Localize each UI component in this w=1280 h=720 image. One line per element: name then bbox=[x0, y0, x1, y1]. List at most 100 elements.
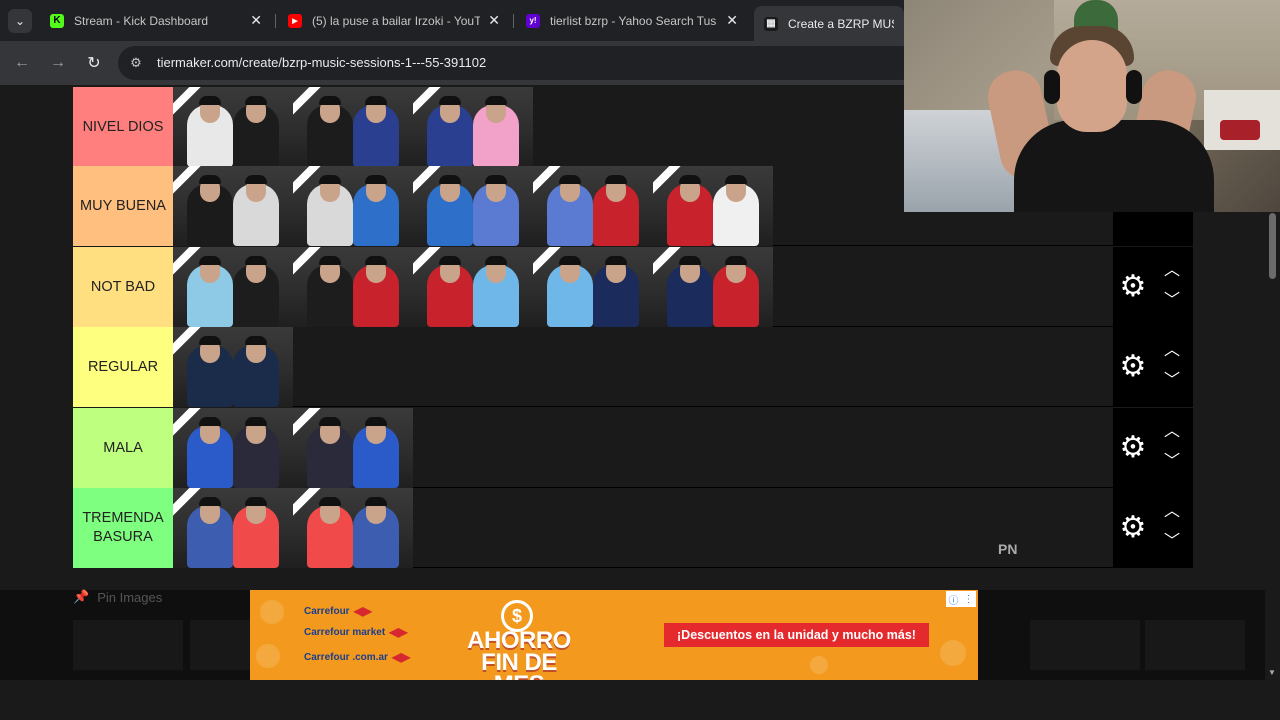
close-tab-icon[interactable]: ✕ bbox=[726, 12, 738, 29]
address-bar[interactable]: ⚙ tiermaker.com/create/bzrp-music-sessio… bbox=[118, 46, 918, 80]
close-tab-icon[interactable]: ✕ bbox=[488, 12, 500, 29]
tier-label[interactable]: NIVEL DIOS bbox=[73, 87, 173, 167]
move-up-icon[interactable]: ︿ bbox=[1161, 343, 1183, 359]
kick-favicon-icon: K bbox=[50, 13, 64, 28]
cap-icon bbox=[365, 256, 387, 265]
move-down-icon[interactable]: ﹀ bbox=[1161, 293, 1183, 309]
move-down-icon[interactable]: ﹀ bbox=[1161, 454, 1183, 470]
tab-search-menu-icon[interactable]: ⌄ bbox=[8, 9, 32, 33]
cap-icon bbox=[485, 256, 507, 265]
cap-icon bbox=[245, 256, 267, 265]
ad-headline: AHORRO FIN DE MES bbox=[467, 627, 571, 681]
cap-icon bbox=[439, 256, 461, 265]
carrefour-ad-banner[interactable]: Carrefour ◀▶ Carrefour market ◀▶ Carrefour… bbox=[250, 590, 978, 680]
partial-text: PN bbox=[998, 541, 1018, 557]
move-down-icon[interactable]: ﹀ bbox=[1161, 534, 1183, 550]
gear-icon[interactable]: ⚙ bbox=[1118, 433, 1148, 463]
tier-image-tile[interactable] bbox=[173, 247, 293, 327]
site-info-icon[interactable]: ⚙ bbox=[128, 55, 144, 71]
cap-icon bbox=[725, 175, 747, 184]
cap-icon bbox=[365, 417, 387, 426]
cap-icon bbox=[365, 96, 387, 105]
tab-tiermaker[interactable]: ▦ Create a BZRP MUSIC bbox=[754, 6, 904, 41]
ad-choices-icon[interactable]: ⓘ ⋮ bbox=[946, 591, 976, 607]
webcam-overlay bbox=[904, 0, 1280, 212]
tier-image-tile[interactable] bbox=[293, 166, 413, 246]
tier-image-tile[interactable] bbox=[173, 87, 293, 167]
cap-icon bbox=[319, 497, 341, 506]
tab-youtube[interactable]: ▶ (5) la puse a bailar Irzoki - YouTube … bbox=[278, 6, 510, 35]
reload-icon[interactable]: ↻ bbox=[82, 51, 106, 75]
tier-label[interactable]: NOT BAD bbox=[73, 247, 173, 327]
tier-label[interactable]: MALA bbox=[73, 408, 173, 488]
cap-icon bbox=[559, 175, 581, 184]
tab-separator bbox=[275, 14, 276, 28]
cap-icon bbox=[439, 175, 461, 184]
image-thumbnail[interactable] bbox=[1145, 620, 1245, 670]
forward-arrow-icon[interactable]: → bbox=[46, 51, 70, 75]
back-arrow-icon[interactable]: ← bbox=[10, 51, 34, 75]
tier-image-tile[interactable] bbox=[533, 247, 653, 327]
tier-image-tile[interactable] bbox=[413, 87, 533, 167]
move-up-icon[interactable]: ︿ bbox=[1161, 424, 1183, 440]
headset-icon bbox=[1126, 70, 1142, 104]
tier-row-tremenda-basura: TREMENDA BASURA ⚙ ︿ ﹀ bbox=[73, 488, 1193, 568]
tab-kick-dashboard[interactable]: K Stream - Kick Dashboard ✕ bbox=[40, 6, 272, 35]
tier-image-tile[interactable] bbox=[173, 488, 293, 568]
move-up-icon[interactable]: ︿ bbox=[1161, 263, 1183, 279]
tier-controls: ⚙ ︿ ﹀ bbox=[1113, 327, 1193, 407]
tier-controls: ⚙ ︿ ﹀ bbox=[1113, 247, 1193, 327]
cap-icon bbox=[679, 256, 701, 265]
decorative-dot bbox=[256, 644, 280, 668]
move-down-icon[interactable]: ﹀ bbox=[1161, 373, 1183, 389]
cap-icon bbox=[245, 497, 267, 506]
carrefour-online-logo: Carrefour .com.ar ◀▶ bbox=[304, 650, 411, 664]
cap-icon bbox=[725, 256, 747, 265]
tab-separator bbox=[513, 14, 514, 28]
tier-image-tile[interactable] bbox=[293, 247, 413, 327]
tier-image-tile[interactable] bbox=[173, 327, 293, 407]
tier-items bbox=[173, 488, 413, 568]
tier-image-tile[interactable] bbox=[173, 166, 293, 246]
tab-title: Create a BZRP MUSIC bbox=[788, 16, 894, 31]
tier-image-tile[interactable] bbox=[533, 166, 653, 246]
scroll-thumb[interactable] bbox=[1269, 213, 1276, 279]
gear-icon[interactable]: ⚙ bbox=[1118, 352, 1148, 382]
decorative-dot bbox=[810, 656, 828, 674]
gear-icon[interactable]: ⚙ bbox=[1118, 272, 1148, 302]
youtube-favicon-icon: ▶ bbox=[288, 13, 302, 28]
gear-icon[interactable]: ⚙ bbox=[1118, 513, 1148, 543]
cap-icon bbox=[319, 96, 341, 105]
close-tab-icon[interactable]: ✕ bbox=[250, 12, 262, 29]
cap-icon bbox=[605, 256, 627, 265]
tier-label[interactable]: MUY BUENA bbox=[73, 166, 173, 246]
tier-image-tile[interactable] bbox=[413, 166, 533, 246]
tier-image-tile[interactable] bbox=[293, 408, 413, 488]
scroll-down-arrow-icon[interactable]: ▼ bbox=[1268, 668, 1276, 677]
tab-yahoo-search[interactable]: y! tierlist bzrp - Yahoo Search Tus ✕ bbox=[516, 6, 748, 35]
tab-title: tierlist bzrp - Yahoo Search Tus bbox=[550, 13, 717, 28]
cap-icon bbox=[245, 336, 267, 345]
cap-icon bbox=[199, 175, 221, 184]
image-thumbnail[interactable] bbox=[1030, 620, 1140, 670]
cap-icon bbox=[679, 175, 701, 184]
cap-icon bbox=[199, 417, 221, 426]
pin-images-toggle[interactable]: 📌 Pin Images bbox=[73, 589, 162, 605]
tier-image-tile[interactable] bbox=[293, 488, 413, 568]
image-thumbnail[interactable] bbox=[73, 620, 183, 670]
tier-row-regular: REGULAR ⚙ ︿ ﹀ bbox=[73, 327, 1193, 407]
cap-icon bbox=[319, 417, 341, 426]
cap-icon bbox=[319, 175, 341, 184]
tier-image-tile[interactable] bbox=[293, 87, 413, 167]
cap-icon bbox=[199, 497, 221, 506]
pin-images-label: Pin Images bbox=[97, 589, 163, 605]
tier-label[interactable]: TREMENDA BASURA bbox=[73, 488, 173, 568]
tier-image-tile[interactable] bbox=[653, 166, 773, 246]
tier-label[interactable]: REGULAR bbox=[73, 327, 173, 407]
cap-icon bbox=[245, 417, 267, 426]
cap-icon bbox=[365, 175, 387, 184]
tier-image-tile[interactable] bbox=[413, 247, 533, 327]
tier-image-tile[interactable] bbox=[173, 408, 293, 488]
move-up-icon[interactable]: ︿ bbox=[1161, 504, 1183, 520]
tier-image-tile[interactable] bbox=[653, 247, 773, 327]
